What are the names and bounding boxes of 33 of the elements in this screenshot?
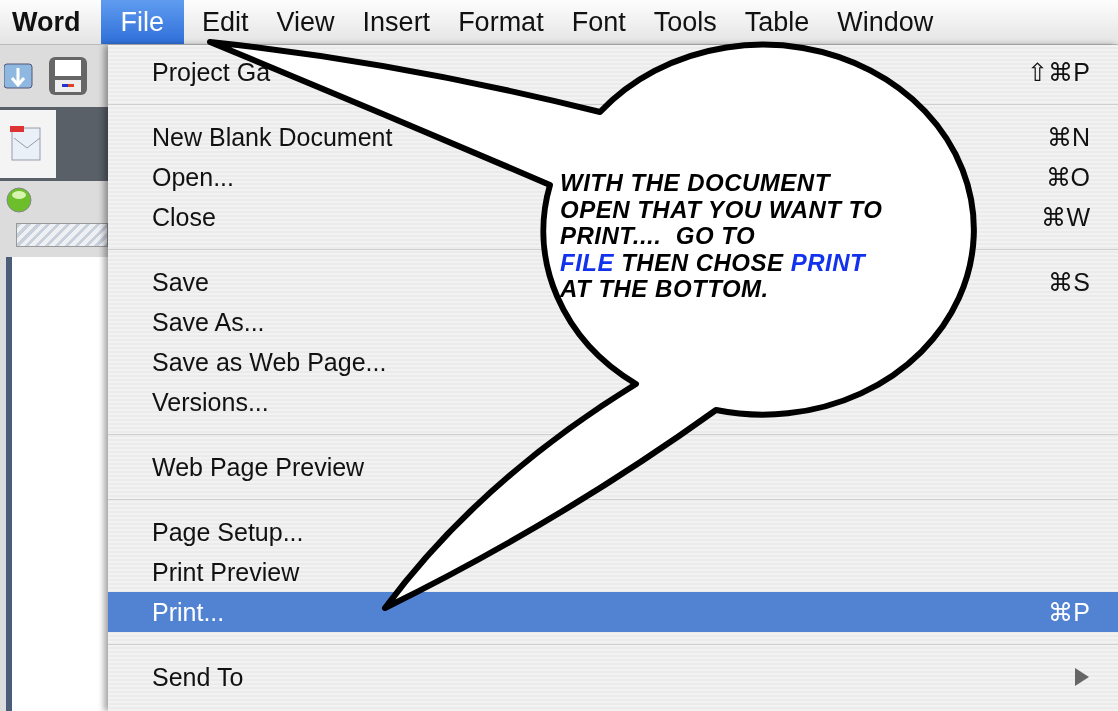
menu-bar-item[interactable]: File bbox=[100, 0, 184, 44]
menu-item[interactable]: Send To bbox=[152, 662, 244, 691]
shortcut-label: ⌘N bbox=[1046, 122, 1090, 152]
menu-item[interactable]: Print Preview bbox=[152, 557, 300, 586]
shortcut-label: ⌘S bbox=[1048, 267, 1090, 297]
menu-bar-item[interactable]: Font bbox=[561, 0, 636, 44]
menu-item[interactable]: Save as Web Page... bbox=[152, 347, 387, 376]
menu-item[interactable]: Close bbox=[152, 202, 216, 231]
shortcut-label: ⇧⌘P bbox=[1027, 57, 1090, 87]
status-light-icon bbox=[6, 187, 32, 213]
callout-text: WITH THE DOCUMENT OPEN THAT YOU WANT TO PRINT.... GO TO FILE THEN CHOSE PRINT AT THE BOTTOM. bbox=[560, 170, 883, 303]
shortcut-label: ⌘P bbox=[1048, 597, 1090, 627]
menu-item[interactable]: Versions... bbox=[152, 387, 269, 416]
menu-item[interactable]: Open... bbox=[152, 162, 234, 191]
menu-bar-item[interactable]: Format bbox=[448, 0, 554, 44]
shortcut-label: ⌘O bbox=[1045, 162, 1090, 192]
menu-bar-item[interactable]: View bbox=[266, 0, 345, 44]
shortcut-label: ⌘W bbox=[1041, 202, 1090, 232]
menu-item[interactable]: Save bbox=[152, 267, 209, 296]
menu-item[interactable]: New Blank Document bbox=[152, 122, 393, 151]
menu-item[interactable]: Save As... bbox=[152, 307, 265, 336]
app-menu[interactable]: Word bbox=[0, 0, 101, 44]
menu-bar-item[interactable]: Window bbox=[827, 0, 944, 44]
menu-item[interactable]: Page Setup... bbox=[152, 517, 304, 546]
document-thumbnail[interactable] bbox=[0, 110, 56, 178]
menu-item[interactable]: Project Ga bbox=[152, 57, 271, 86]
menu-bar-item[interactable]: Table bbox=[734, 0, 820, 44]
menu-item[interactable]: Print... bbox=[152, 597, 225, 626]
menu-bar-item[interactable]: Tools bbox=[643, 0, 727, 44]
menu-item[interactable]: Web Page Preview bbox=[152, 452, 365, 481]
save-icon[interactable] bbox=[48, 56, 88, 96]
menu-bar-item[interactable]: Insert bbox=[352, 0, 441, 44]
menu-bar-item[interactable]: Edit bbox=[192, 0, 259, 44]
